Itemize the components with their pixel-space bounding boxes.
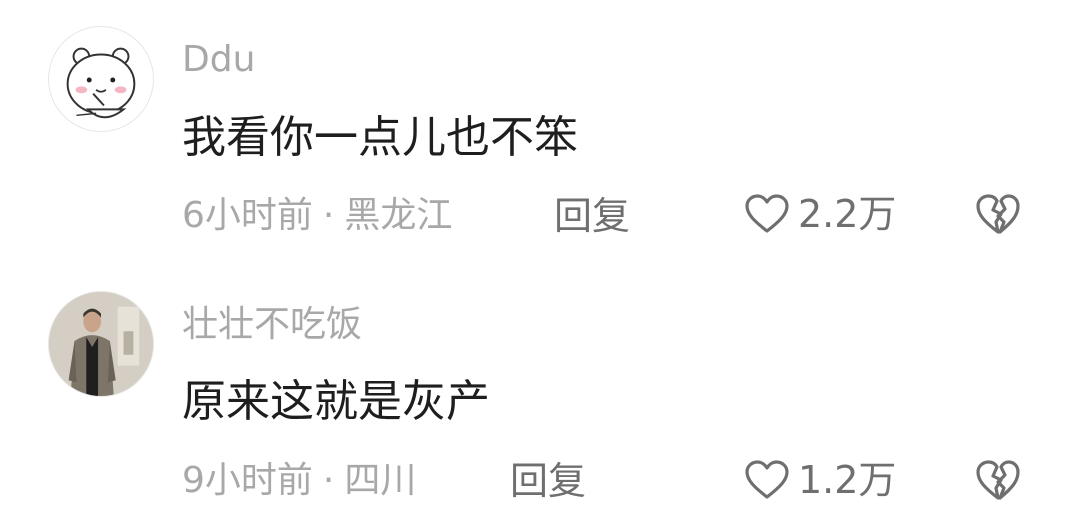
broken-heart-icon [976, 460, 1020, 500]
comment-location: 四川 [344, 460, 417, 501]
like-button[interactable]: 2.2万 [744, 193, 896, 235]
comment-location: 黑龙江 [344, 195, 453, 236]
username[interactable]: Ddu [182, 42, 255, 78]
comment-meta: 9小时前 · 四川 [182, 463, 416, 499]
broken-heart-icon [976, 194, 1020, 234]
dislike-button[interactable] [974, 458, 1022, 502]
dislike-button[interactable] [974, 192, 1022, 236]
like-count: 2.2万 [798, 192, 897, 236]
reply-button[interactable]: 回复 [510, 462, 586, 500]
user-avatar[interactable] [48, 291, 154, 397]
meta-separator: · [322, 460, 335, 501]
like-button[interactable]: 1.2万 [744, 459, 896, 501]
cartoon-bear-avatar-icon [66, 47, 136, 119]
user-avatar[interactable] [48, 26, 154, 132]
heart-outline-icon [745, 194, 789, 233]
comment-meta: 6小时前 · 黑龙江 [182, 198, 452, 234]
username[interactable]: 壮壮不吃饭 [182, 307, 362, 343]
comment-time: 9小时前 [182, 460, 313, 501]
heart-outline-icon [745, 460, 789, 499]
comment-item: Ddu 我看你一点儿也不笨 6小时前 · 黑龙江 回复 2.2万 [0, 0, 1080, 263]
reply-button[interactable]: 回复 [554, 197, 630, 235]
meta-separator: · [322, 195, 335, 236]
comment-time: 6小时前 [182, 195, 313, 236]
like-count: 1.2万 [798, 458, 897, 502]
comment-text: 原来这就是灰产 [182, 376, 490, 427]
comment-text: 我看你一点儿也不笨 [182, 112, 578, 163]
person-photo-avatar-icon [49, 292, 153, 396]
comment-item: 壮壮不吃饭 原来这就是灰产 9小时前 · 四川 回复 1.2万 [0, 263, 1080, 526]
